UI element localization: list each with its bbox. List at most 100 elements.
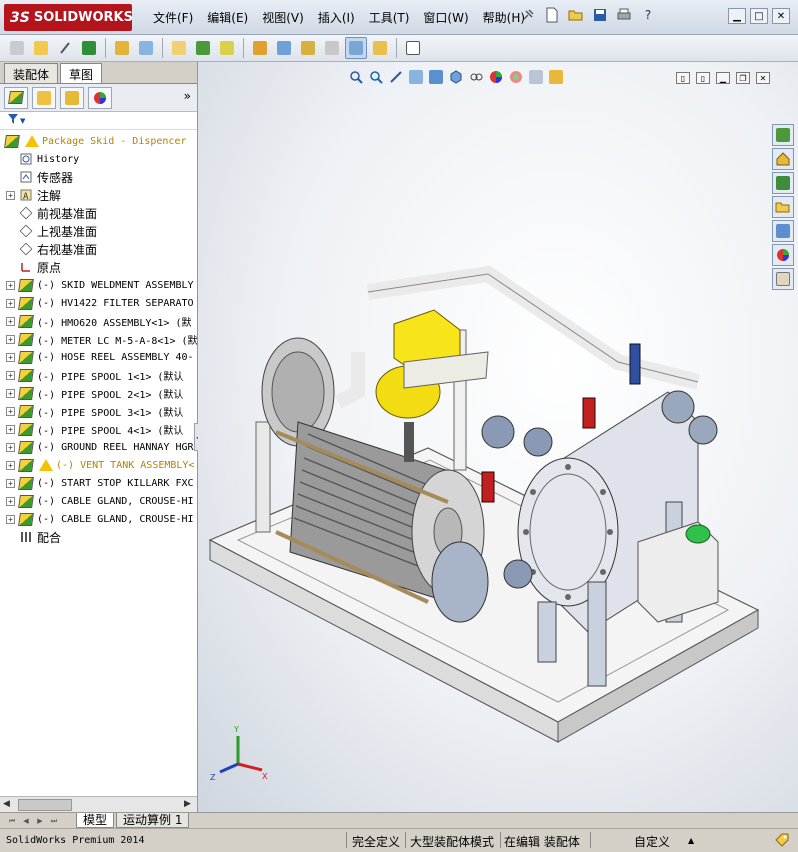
expand-icon[interactable]: + bbox=[6, 424, 15, 434]
last-tab-icon[interactable]: ⏭ bbox=[48, 815, 60, 827]
tree-item[interactable]: + (-) PIPE SPOOL 1<1> (默认 bbox=[0, 366, 197, 384]
scroll-left-icon[interactable]: ◀ bbox=[3, 799, 10, 809]
clearance-verification-icon[interactable] bbox=[369, 37, 391, 59]
tree-root[interactable]: Package Skid - Dispencer bbox=[0, 132, 197, 150]
expand-icon[interactable]: + bbox=[6, 298, 15, 308]
tree-item[interactable]: 右视基准面 bbox=[0, 240, 197, 258]
tab-sketch[interactable]: 草图 bbox=[60, 63, 103, 83]
prev-tab-icon[interactable]: ◀ bbox=[20, 815, 32, 827]
feature-tree-tab-icon[interactable] bbox=[4, 86, 28, 109]
minimize-button[interactable]: ▁ bbox=[728, 8, 746, 24]
insert-component-icon[interactable] bbox=[30, 37, 52, 59]
package-skid-model[interactable] bbox=[198, 62, 798, 812]
new-document-icon[interactable] bbox=[542, 5, 562, 25]
bill-of-materials-icon[interactable] bbox=[273, 37, 295, 59]
reference-geometry-icon[interactable] bbox=[216, 37, 238, 59]
graphics-area[interactable]: ▯ ▯ ▁ ❐ ✕ Y X Z bbox=[198, 62, 798, 812]
expand-icon[interactable]: + bbox=[6, 460, 15, 470]
menu-tools[interactable]: 工具(T) bbox=[362, 9, 417, 26]
filter-dropdown-arrow[interactable]: ▼ bbox=[20, 117, 25, 125]
tree-item[interactable]: 前视基准面 bbox=[0, 204, 197, 222]
expand-icon[interactable]: + bbox=[6, 406, 15, 416]
open-folder-icon[interactable] bbox=[566, 5, 586, 25]
expand-icon[interactable]: + bbox=[6, 478, 15, 488]
tree-item[interactable]: + (-) PIPE SPOOL 2<1> (默认 bbox=[0, 384, 197, 402]
scrollbar-thumb[interactable] bbox=[18, 799, 72, 811]
rebuild-tag-icon[interactable] bbox=[774, 832, 790, 851]
tree-item[interactable]: + (-) GROUND REEL HANNAY HGR bbox=[0, 438, 197, 456]
tree-item[interactable]: + (-) HOSE REEL ASSEMBLY 40- bbox=[0, 348, 197, 366]
more-tabs-button[interactable]: » bbox=[184, 89, 191, 103]
instant3d-icon[interactable] bbox=[402, 37, 424, 59]
move-component-icon[interactable] bbox=[135, 37, 157, 59]
tree-item[interactable]: + (-) HMO620 ASSEMBLY<1> (默 bbox=[0, 312, 197, 330]
assembly-icon bbox=[18, 314, 34, 328]
tree-item[interactable]: + (-) VENT TANK ASSEMBLY< bbox=[0, 456, 197, 474]
tree-item[interactable]: + (-) START STOP KILLARK FXC bbox=[0, 474, 197, 492]
tree-item-label: 右视基准面 bbox=[37, 242, 98, 257]
tree-item[interactable]: 配合 bbox=[0, 528, 197, 546]
tree-item[interactable]: 上视基准面 bbox=[0, 222, 197, 240]
configuration-manager-tab-icon[interactable] bbox=[60, 86, 84, 109]
tree-filter[interactable]: ▼ bbox=[0, 112, 197, 130]
component-icon[interactable] bbox=[6, 37, 28, 59]
show-hidden-icon[interactable] bbox=[168, 37, 190, 59]
tab-motion-study[interactable]: 运动算例 1 bbox=[116, 813, 190, 828]
tree-item[interactable]: + A 注解 bbox=[0, 186, 197, 204]
expand-icon[interactable]: + bbox=[6, 370, 15, 380]
tree-item[interactable]: + (-) METER LC M-5-A-8<1> (默 bbox=[0, 330, 197, 348]
tree-item[interactable]: + (-) PIPE SPOOL 4<1> (默认 bbox=[0, 420, 197, 438]
filter-icon[interactable] bbox=[8, 114, 18, 127]
tree-item[interactable]: 传感器 bbox=[0, 168, 197, 186]
tree-horizontal-scrollbar[interactable]: ◀ ▶ bbox=[0, 796, 197, 812]
tree-item[interactable]: + (-) CABLE GLAND, CROUSE-HI bbox=[0, 510, 197, 528]
interference-detection-icon[interactable] bbox=[345, 37, 367, 59]
tab-model[interactable]: 模型 bbox=[76, 813, 115, 828]
logo-text: SOLIDWORKS bbox=[33, 10, 133, 25]
smart-fasteners-icon[interactable] bbox=[111, 37, 133, 59]
menu-view[interactable]: 视图(V) bbox=[255, 9, 311, 26]
units-dropdown-icon[interactable]: ▲ bbox=[688, 836, 694, 845]
tree-item[interactable]: + (-) PIPE SPOOL 3<1> (默认 bbox=[0, 402, 197, 420]
maximize-button[interactable]: □ bbox=[750, 8, 768, 24]
tab-assembly[interactable]: 装配体 bbox=[4, 63, 59, 83]
menu-file[interactable]: 文件(F) bbox=[146, 9, 200, 26]
menu-edit[interactable]: 编辑(E) bbox=[200, 9, 255, 26]
expand-icon[interactable]: + bbox=[6, 514, 15, 524]
expand-icon[interactable]: + bbox=[6, 190, 15, 200]
property-manager-tab-icon[interactable] bbox=[32, 86, 56, 109]
large-assembly-mode[interactable]: 大型装配体模式 bbox=[410, 833, 494, 850]
expand-icon[interactable]: + bbox=[6, 442, 15, 452]
tree-item[interactable]: + (-) SKID WELDMENT ASSEMBLY bbox=[0, 276, 197, 294]
tree-item[interactable]: 原点 bbox=[0, 258, 197, 276]
help-icon[interactable]: ? bbox=[638, 5, 658, 25]
unit-system[interactable]: 自定义 bbox=[634, 833, 670, 850]
new-motion-study-icon[interactable] bbox=[249, 37, 271, 59]
expand-icon[interactable]: + bbox=[6, 496, 15, 506]
mate-icon[interactable] bbox=[54, 37, 76, 59]
explode-line-sketch-icon[interactable] bbox=[321, 37, 343, 59]
assembly-features-icon[interactable] bbox=[192, 37, 214, 59]
menu-insert[interactable]: 插入(I) bbox=[311, 9, 362, 26]
scroll-right-icon[interactable]: ▶ bbox=[184, 799, 191, 809]
pin-icon[interactable] bbox=[518, 5, 538, 25]
expand-icon[interactable]: + bbox=[6, 388, 15, 398]
first-tab-icon[interactable]: ⏮ bbox=[6, 815, 18, 827]
expand-icon[interactable]: + bbox=[6, 280, 15, 290]
solidworks-logo[interactable]: 3S SOLIDWORKS bbox=[4, 4, 133, 31]
next-tab-icon[interactable]: ▶ bbox=[34, 815, 46, 827]
pattern-icon[interactable] bbox=[78, 37, 100, 59]
tree-item[interactable]: + (-) HV1422 FILTER SEPARATO bbox=[0, 294, 197, 312]
print-icon[interactable] bbox=[614, 5, 634, 25]
expand-icon[interactable]: + bbox=[6, 334, 15, 344]
display-manager-tab-icon[interactable] bbox=[88, 86, 112, 109]
close-button[interactable]: ✕ bbox=[772, 8, 790, 24]
expand-icon[interactable]: + bbox=[6, 316, 15, 326]
exploded-view-icon[interactable] bbox=[297, 37, 319, 59]
expand-icon[interactable]: + bbox=[6, 352, 15, 362]
menu-window[interactable]: 窗口(W) bbox=[416, 9, 475, 26]
tree-item[interactable]: + (-) CABLE GLAND, CROUSE-HI bbox=[0, 492, 197, 510]
history-icon bbox=[18, 152, 34, 166]
tree-item[interactable]: History bbox=[0, 150, 197, 168]
save-icon[interactable] bbox=[590, 5, 610, 25]
